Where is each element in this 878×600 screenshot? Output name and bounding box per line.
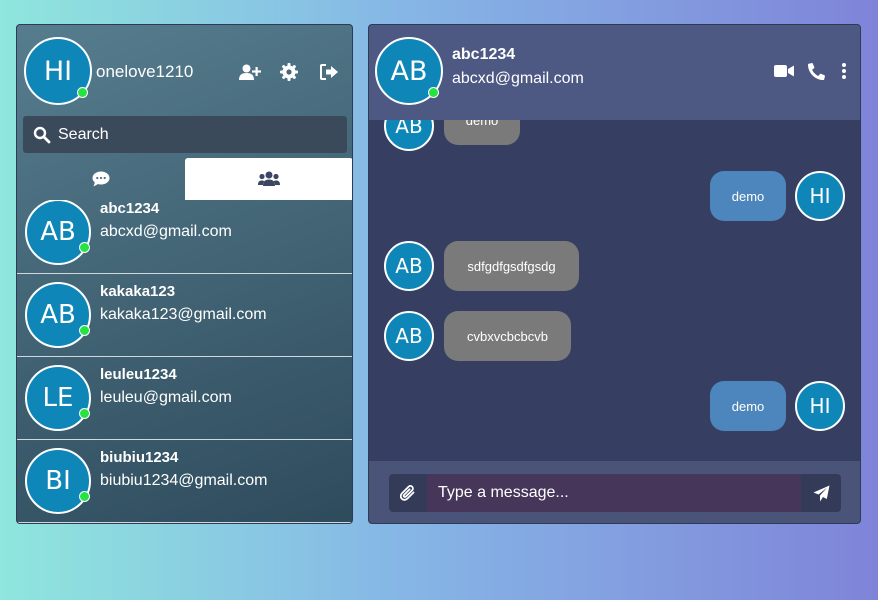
search-bar[interactable]: Search: [23, 116, 347, 153]
paperclip-icon: [400, 484, 415, 501]
search-label: Search: [58, 125, 109, 143]
my-username: onelove1210: [96, 62, 194, 81]
online-indicator: [79, 242, 90, 253]
sidebar-header: HI onelove1210: [17, 25, 352, 115]
message-bubble-incoming: demo: [444, 120, 520, 145]
chat-bubble-icon: [92, 171, 110, 187]
tab-chats[interactable]: [17, 158, 185, 200]
message-avatar-initials: HI: [809, 394, 831, 418]
contact-avatar-initials: LE: [42, 383, 74, 413]
users-icon: [258, 171, 280, 186]
contact-item[interactable]: LE leuleu1234 leuleu@gmail.com: [17, 357, 352, 440]
message-text: cvbxvcbcbcvb: [467, 328, 548, 344]
message-avatar: HI: [795, 171, 845, 221]
message-bubble-incoming: cvbxvcbcbcvb: [444, 311, 571, 361]
message-text: sdfgdfgsdfgsdg: [467, 258, 556, 274]
message-bubble-outgoing: demo: [710, 381, 786, 431]
online-indicator: [79, 408, 90, 419]
message-avatar: AB: [384, 311, 434, 361]
contact-name: biubiu1234: [100, 449, 179, 466]
video-icon[interactable]: [773, 61, 795, 81]
message-text: demo: [731, 398, 765, 414]
contact-name: leuleu1234: [100, 366, 177, 383]
sign-out-icon[interactable]: [317, 61, 341, 83]
send-icon: [813, 485, 829, 501]
contact-avatar: BI: [25, 448, 91, 514]
contact-avatar-initials: BI: [45, 466, 71, 496]
search-icon: [33, 126, 51, 143]
send-button[interactable]: [801, 474, 841, 512]
contact-item[interactable]: AB abc1234 abcxd@gmail.com: [17, 200, 352, 274]
message-composer: [369, 461, 860, 523]
message-avatar-initials: AB: [395, 120, 423, 138]
tab-contacts[interactable]: [185, 158, 352, 200]
chat-partner-online-indicator: [428, 87, 439, 98]
message-avatar-initials: AB: [395, 254, 423, 278]
message-avatar: AB: [384, 241, 434, 291]
contact-email: kakaka123@gmail.com: [100, 306, 267, 323]
message-bubble-outgoing: demo: [710, 171, 786, 221]
message-avatar-initials: HI: [809, 184, 831, 208]
message-text: demo: [465, 120, 499, 128]
contact-name: kakaka123: [100, 283, 176, 300]
contact-avatar: AB: [25, 200, 91, 265]
contact-list: AB abc1234 abcxd@gmail.com AB kakaka123 …: [17, 200, 352, 523]
message-bubble-incoming: sdfgdfgsdfgsdg: [444, 241, 579, 291]
chat-partner-email: abcxd@gmail.com: [452, 70, 584, 87]
chat-header: AB abc1234 abcxd@gmail.com: [369, 25, 860, 120]
chat-partner-name: abc1234: [452, 46, 516, 63]
contact-email: abcxd@gmail.com: [100, 223, 232, 240]
phone-icon[interactable]: [806, 61, 826, 81]
my-avatar-initials: HI: [43, 55, 73, 87]
message-input[interactable]: [427, 474, 801, 512]
attach-button[interactable]: [389, 474, 427, 512]
chat-panel: AB abc1234 abcxd@gmail.com AB demo demo …: [368, 24, 861, 524]
online-indicator: [79, 325, 90, 336]
sidebar-panel: HI onelove1210 Search AB abc1234 abcxd@g…: [16, 24, 353, 524]
contact-email: biubiu1234@gmail.com: [100, 472, 268, 489]
gear-icon[interactable]: [278, 61, 300, 83]
contact-avatar-initials: AB: [40, 300, 76, 330]
message-avatar-initials: AB: [395, 324, 423, 348]
contact-item[interactable]: BI biubiu1234 biubiu1234@gmail.com: [17, 440, 352, 523]
my-online-indicator: [77, 87, 88, 98]
message-avatar: AB: [384, 120, 434, 151]
message-list: AB demo demo HI AB sdfgdfgsdfgsdg AB cvb…: [369, 120, 860, 460]
add-user-icon[interactable]: [237, 61, 263, 83]
contact-name: abc1234: [100, 200, 160, 217]
message-avatar: HI: [795, 381, 845, 431]
more-vertical-icon[interactable]: [837, 61, 851, 81]
contact-avatar: LE: [25, 365, 91, 431]
contact-avatar-initials: AB: [40, 217, 76, 247]
contact-email: leuleu@gmail.com: [100, 389, 232, 406]
online-indicator: [79, 491, 90, 502]
chat-partner-initials: AB: [390, 55, 428, 87]
contact-item[interactable]: AB kakaka123 kakaka123@gmail.com: [17, 274, 352, 357]
message-text: demo: [731, 188, 765, 204]
sidebar-tabs: [17, 158, 352, 200]
contact-avatar: AB: [25, 282, 91, 348]
